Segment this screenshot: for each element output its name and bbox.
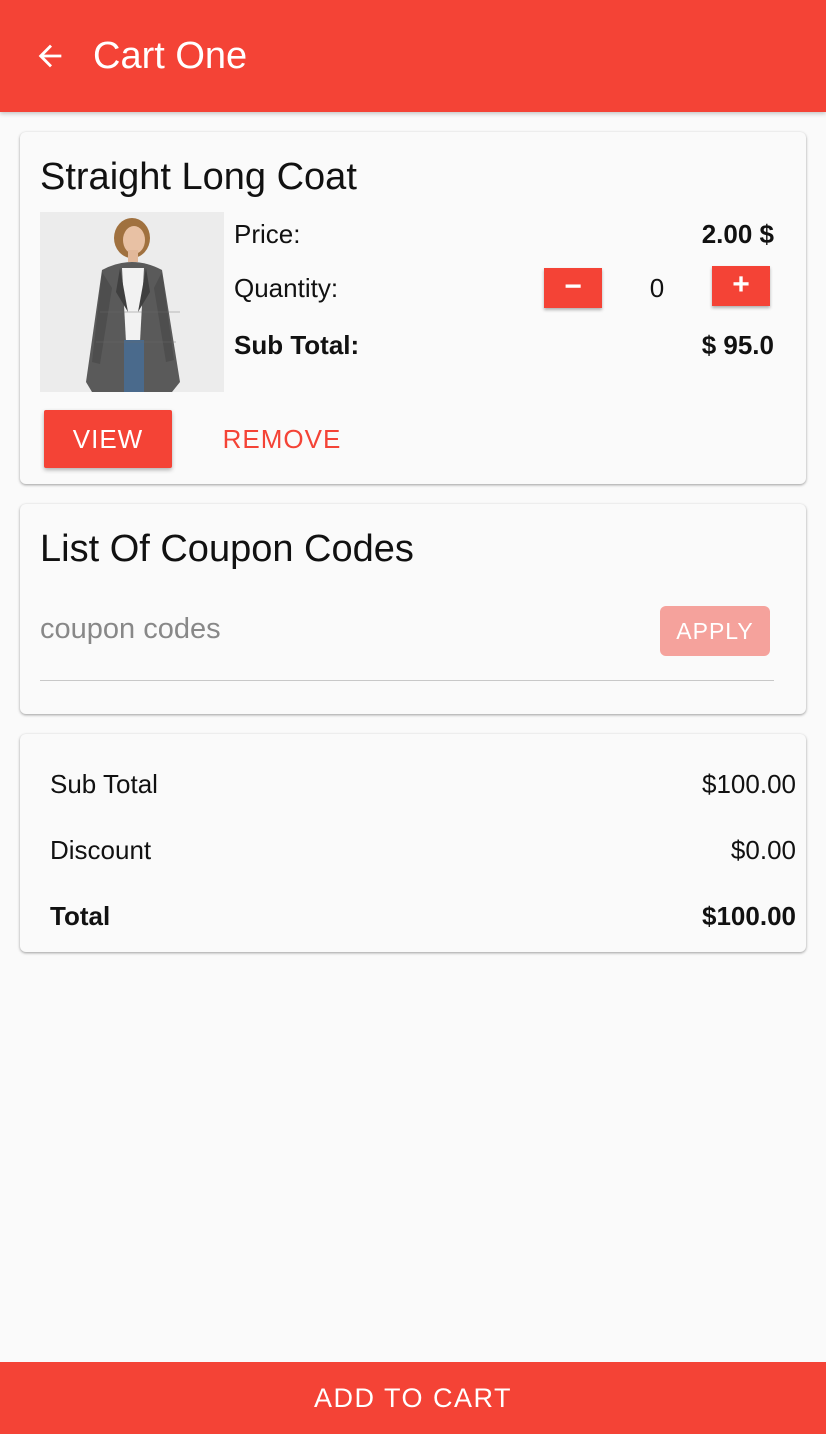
apply-coupon-button[interactable]: APPLY — [660, 606, 770, 656]
decrease-quantity-button[interactable]: − — [544, 268, 602, 308]
back-button[interactable] — [30, 36, 70, 76]
summary-total-label: Total — [50, 901, 111, 931]
item-subtotal-value: $ 95.0 — [701, 330, 774, 360]
item-subtotal-label: Sub Total: — [234, 330, 360, 360]
remove-button[interactable]: REMOVE — [210, 410, 354, 468]
app-bar: Cart One — [0, 0, 826, 112]
view-button[interactable]: VIEW — [44, 410, 172, 468]
coupon-card: List Of Coupon Codes APPLY — [20, 504, 806, 714]
quantity-value: 0 — [649, 273, 665, 303]
coupon-code-input[interactable] — [40, 604, 640, 654]
add-to-cart-button[interactable]: ADD TO CART — [0, 1362, 826, 1434]
price-value: 2.00 $ — [701, 219, 774, 249]
order-summary-card: Sub Total $100.00 Discount $0.00 Total $… — [20, 734, 806, 952]
arrow-left-icon — [38, 44, 62, 68]
product-title: Straight Long Coat — [40, 156, 357, 198]
page-title: Cart One — [93, 35, 248, 77]
summary-subtotal-value: $100.00 — [702, 769, 796, 799]
product-image — [40, 212, 224, 392]
summary-total-value: $100.00 — [702, 901, 796, 931]
summary-discount-row: Discount $0.00 — [50, 833, 796, 867]
increase-quantity-button[interactable]: + — [712, 266, 770, 306]
summary-total-row: Total $100.00 — [50, 899, 796, 933]
cart-item-card: Straight Long Coat Price: 2.00 $ Quantit… — [20, 132, 806, 484]
summary-subtotal-label: Sub Total — [50, 769, 158, 799]
input-underline — [40, 680, 774, 681]
quantity-label: Quantity: — [234, 273, 339, 303]
summary-discount-label: Discount — [50, 835, 152, 865]
coupon-section-title: List Of Coupon Codes — [40, 528, 414, 570]
price-label: Price: — [234, 219, 301, 249]
summary-subtotal-row: Sub Total $100.00 — [50, 767, 796, 801]
summary-discount-value: $0.00 — [730, 835, 796, 865]
